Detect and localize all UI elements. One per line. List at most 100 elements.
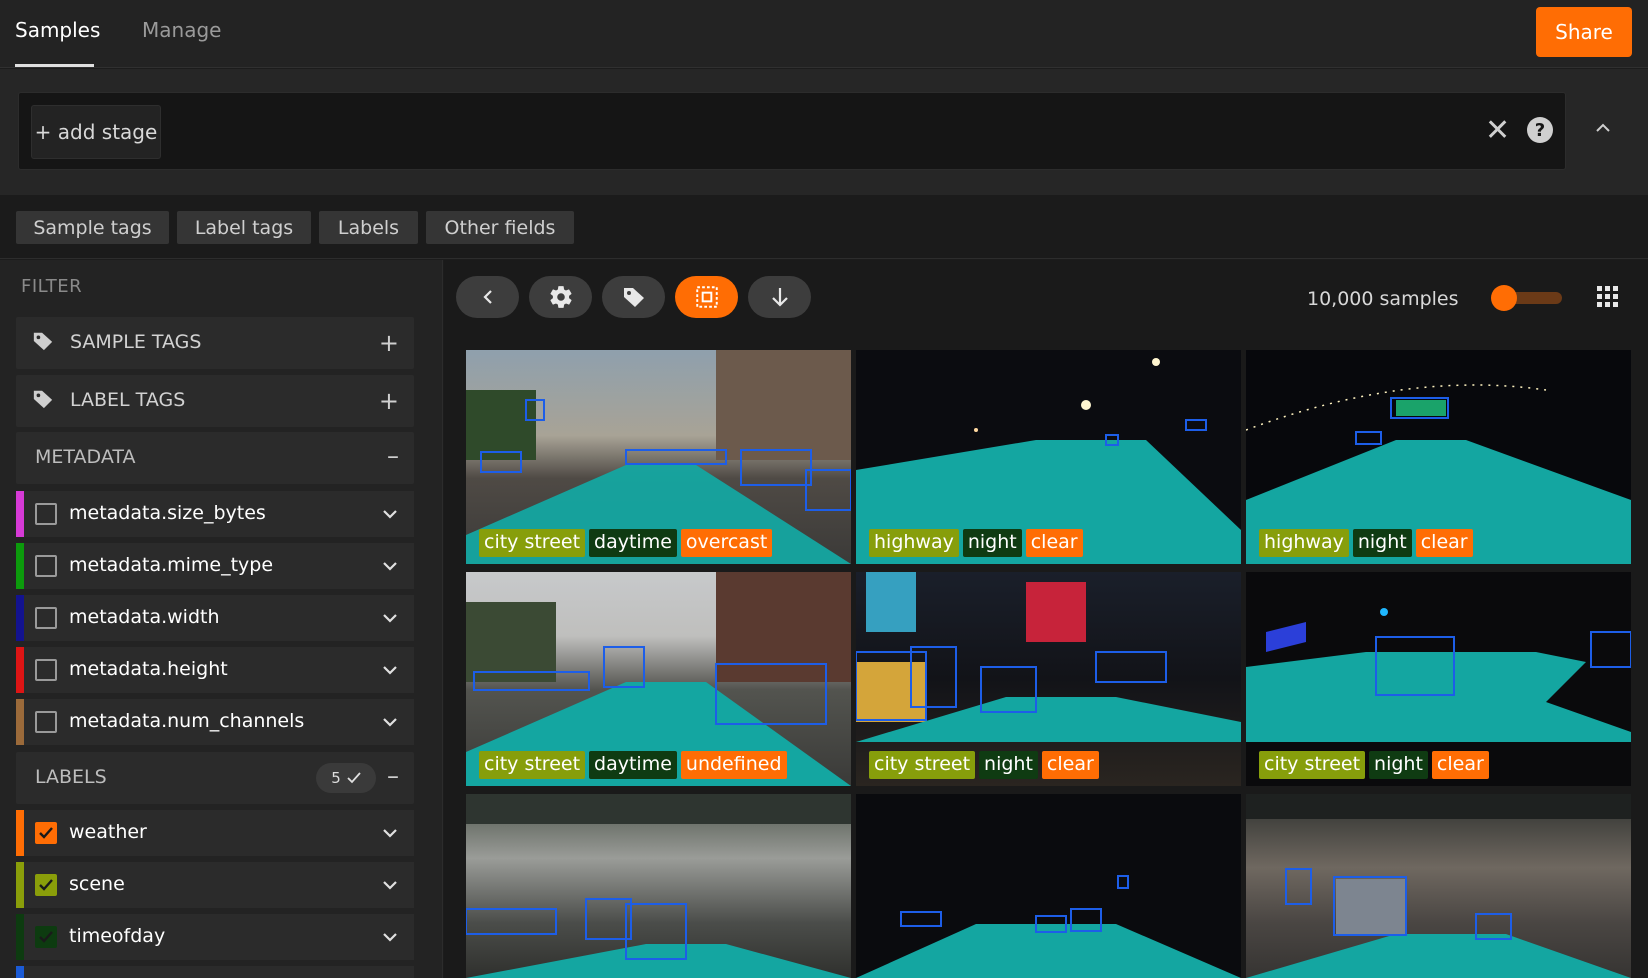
chevron-down-icon[interactable]: [382, 610, 398, 626]
scene-tag: city street: [479, 529, 586, 557]
chevron-down-icon[interactable]: [382, 929, 398, 945]
sample-thumbnail[interactable]: [856, 794, 1241, 978]
segmentation-overlay: [1246, 794, 1631, 978]
tag-icon: [623, 288, 644, 307]
timeofday-tag: night: [1369, 751, 1428, 779]
scene-tag: highway: [869, 529, 959, 557]
label-tags: highway night clear: [1259, 529, 1473, 557]
group-sample-tags[interactable]: SAMPLE TAGS +: [16, 317, 414, 369]
patches-button[interactable]: [675, 276, 738, 318]
sample-thumbnail[interactable]: city street daytime undefined: [466, 572, 851, 786]
download-button[interactable]: [748, 276, 811, 318]
sample-count: 10,000 samples: [1307, 288, 1459, 310]
field-row-scene[interactable]: scene: [16, 862, 414, 908]
timeofday-tag: night: [1352, 529, 1412, 557]
group-label: METADATA: [35, 446, 136, 468]
zoom-slider-handle[interactable]: [1491, 285, 1517, 311]
field-label: metadata.height: [69, 658, 228, 680]
gear-icon: [549, 286, 572, 308]
filter-sidebar: FILTER SAMPLE TAGS + LABEL TAGS + METADA…: [0, 260, 443, 978]
weather-tag: clear: [1431, 751, 1489, 779]
weather-tag: clear: [1025, 529, 1083, 557]
clear-view-icon[interactable]: ✕: [1485, 113, 1510, 148]
sample-thumbnail[interactable]: city street night clear: [856, 572, 1241, 786]
check-icon: [39, 931, 53, 943]
scene-tag: city street: [869, 751, 976, 779]
tab-sample-tags[interactable]: Sample tags: [16, 211, 169, 244]
back-button[interactable]: [456, 276, 519, 318]
field-row-metadata-height[interactable]: metadata.height: [16, 647, 414, 693]
collapse-minus-icon[interactable]: –: [387, 762, 399, 790]
sample-thumbnail[interactable]: highway night clear: [856, 350, 1241, 564]
share-button[interactable]: Share: [1536, 7, 1632, 57]
chevron-down-icon[interactable]: [382, 558, 398, 574]
field-row-metadata-size-bytes[interactable]: metadata.size_bytes: [16, 491, 414, 537]
field-checkbox[interactable]: [35, 555, 57, 577]
collapse-view-bar-icon[interactable]: [1594, 119, 1612, 137]
weather-tag: clear: [1041, 751, 1099, 779]
field-color-swatch: [16, 810, 24, 856]
chevron-down-icon[interactable]: [382, 825, 398, 841]
group-label-tags[interactable]: LABEL TAGS +: [16, 375, 414, 427]
group-labels[interactable]: LABELS 5 –: [16, 752, 414, 804]
field-color-swatch: [16, 914, 24, 960]
collapse-minus-icon[interactable]: –: [387, 442, 399, 470]
tab-labels[interactable]: Labels: [319, 211, 418, 244]
chevron-down-icon[interactable]: [382, 714, 398, 730]
tab-manage[interactable]: Manage: [142, 18, 221, 42]
scene-tag: city street: [1259, 751, 1366, 779]
field-checkbox[interactable]: [35, 711, 57, 733]
tag-button[interactable]: [602, 276, 665, 318]
field-row-weather[interactable]: weather: [16, 810, 414, 856]
field-color-swatch: [16, 491, 24, 537]
field-label: metadata.mime_type: [69, 554, 274, 576]
sample-thumbnail[interactable]: city street night clear: [1246, 572, 1631, 786]
field-color-swatch: [16, 966, 24, 978]
field-checkbox-checked[interactable]: [35, 874, 57, 896]
field-checkbox[interactable]: [35, 503, 57, 525]
field-color-swatch: [16, 543, 24, 589]
field-row-detections[interactable]: [16, 966, 414, 978]
scene-tag: city street: [479, 751, 586, 779]
timeofday-tag: night: [979, 751, 1038, 779]
field-checkbox[interactable]: [35, 659, 57, 681]
sidebar-title: FILTER: [21, 276, 83, 297]
help-icon[interactable]: ?: [1527, 117, 1553, 143]
expand-plus-icon[interactable]: +: [379, 387, 399, 415]
labels-count-badge[interactable]: 5: [316, 763, 376, 793]
field-row-metadata-mime-type[interactable]: metadata.mime_type: [16, 543, 414, 589]
tag-icon: [33, 390, 53, 409]
chevron-down-icon[interactable]: [382, 662, 398, 678]
top-nav-bar: Samples Manage Share: [0, 0, 1648, 68]
chevron-down-icon[interactable]: [382, 877, 398, 893]
settings-button[interactable]: [529, 276, 592, 318]
chevron-left-icon: [482, 290, 492, 304]
chevron-down-icon[interactable]: [382, 506, 398, 522]
sample-thumbnail[interactable]: highway night clear: [1246, 350, 1631, 564]
add-stage-button[interactable]: + add stage: [31, 105, 161, 159]
tab-label-tags[interactable]: Label tags: [177, 211, 311, 244]
tab-samples[interactable]: Samples: [15, 18, 100, 42]
sidebar-group-tabs: Sample tags Label tags Labels Other fiel…: [0, 195, 1648, 259]
active-tab-indicator: [15, 64, 94, 67]
tab-other-fields[interactable]: Other fields: [426, 211, 574, 244]
field-row-metadata-width[interactable]: metadata.width: [16, 595, 414, 641]
view-bar-container: + add stage ✕ ?: [0, 69, 1648, 195]
field-row-timeofday[interactable]: timeofday: [16, 914, 414, 960]
field-row-metadata-num-channels[interactable]: metadata.num_channels: [16, 699, 414, 745]
group-metadata[interactable]: METADATA –: [16, 432, 414, 484]
segmentation-overlay: [466, 794, 851, 978]
weather-tag: clear: [1415, 529, 1473, 557]
grid-view-icon[interactable]: [1597, 286, 1619, 308]
expand-plus-icon[interactable]: +: [379, 329, 399, 357]
field-checkbox[interactable]: [35, 607, 57, 629]
timeofday-tag: night: [962, 529, 1022, 557]
check-icon: [347, 772, 361, 784]
field-checkbox-checked[interactable]: [35, 822, 57, 844]
field-checkbox-checked[interactable]: [35, 926, 57, 948]
check-icon: [39, 827, 53, 839]
field-color-swatch: [16, 595, 24, 641]
sample-thumbnail[interactable]: [1246, 794, 1631, 978]
sample-thumbnail[interactable]: [466, 794, 851, 978]
sample-thumbnail[interactable]: city street daytime overcast: [466, 350, 851, 564]
